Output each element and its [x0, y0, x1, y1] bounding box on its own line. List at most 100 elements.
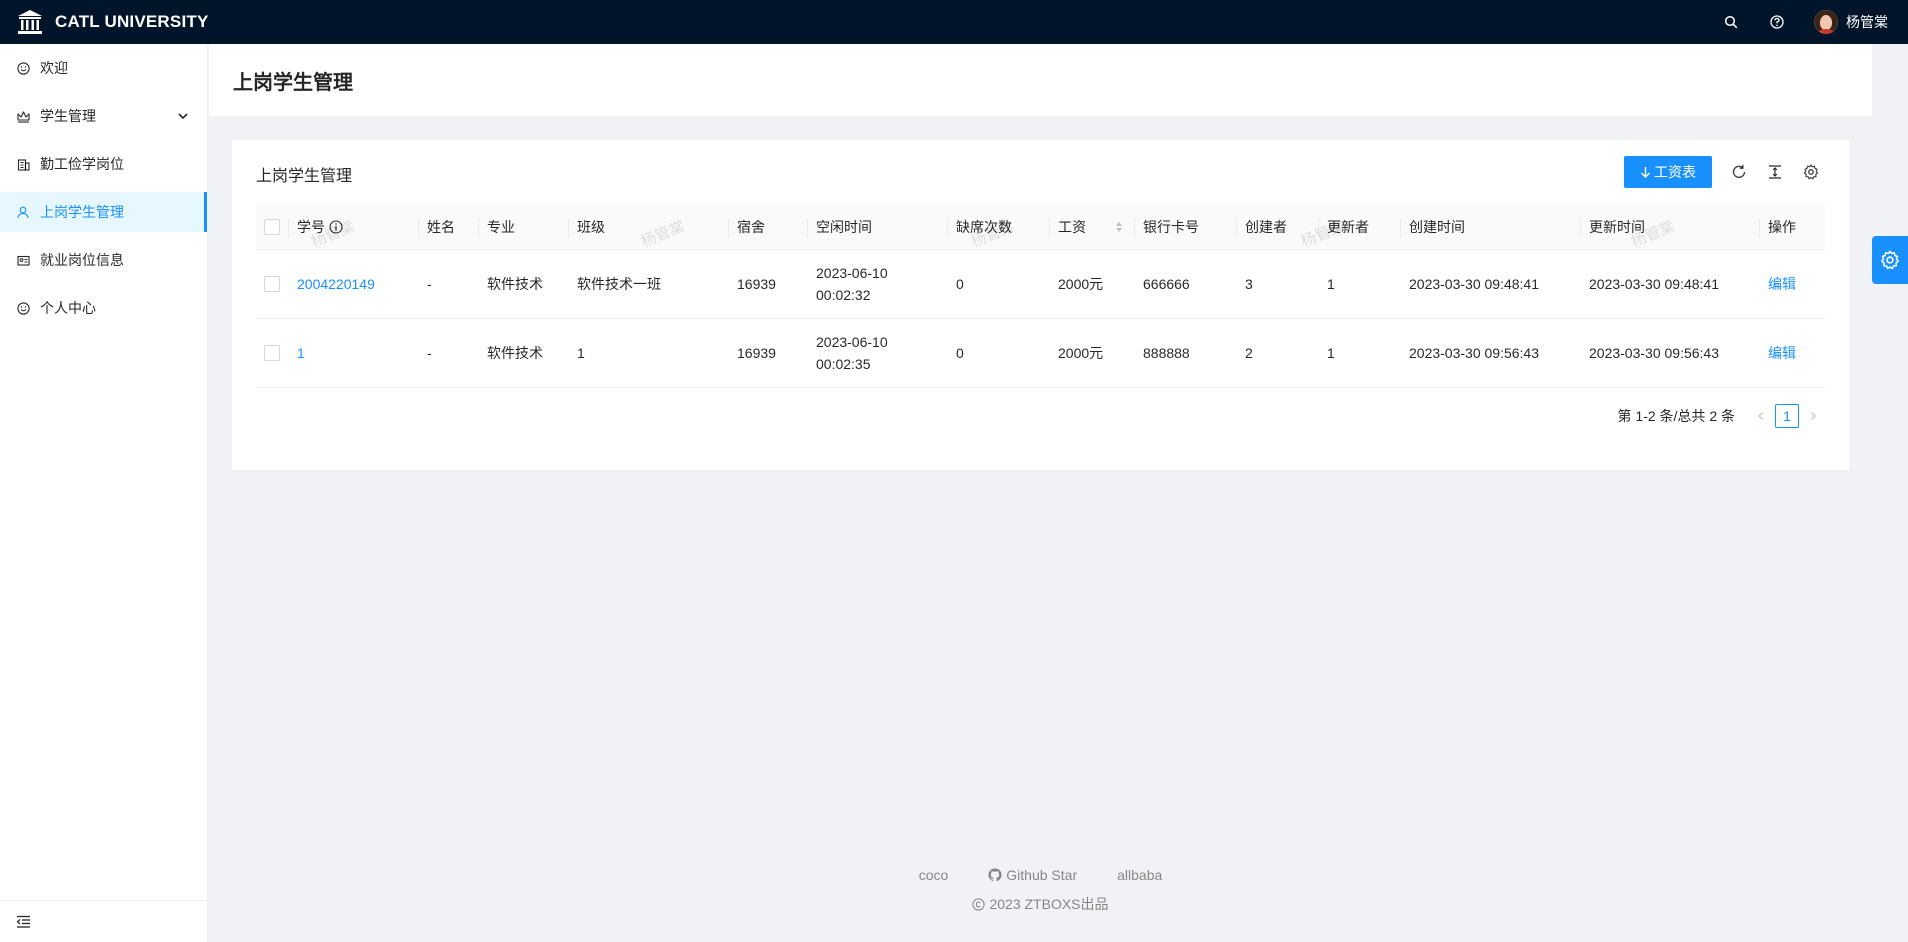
username: 杨管棠 — [1846, 14, 1888, 30]
row-checkbox[interactable] — [264, 276, 280, 292]
sidebar-item-label: 欢迎 — [40, 60, 68, 76]
student-id-link[interactable]: 1 — [297, 345, 305, 361]
cell-class: 软件技术一班 — [577, 276, 661, 292]
sort-icon[interactable] — [1115, 221, 1123, 233]
sidebar-item-label: 勤工俭学岗位 — [40, 156, 124, 172]
top-header: CATL UNIVERSITY 杨管棠 — [0, 0, 1908, 44]
table-header: 学号 姓名 专业 班级 宿舍 空闲时间 缺席次数 工资 银行卡号 创建者 更新者… — [256, 205, 1825, 251]
github-icon — [988, 868, 1002, 882]
cell-creator: 2 — [1245, 345, 1253, 361]
cell-updated-time: 2023-03-30 09:48:41 — [1589, 276, 1719, 292]
cell-absences: 0 — [956, 345, 964, 361]
column-header-name: 姓名 — [419, 205, 479, 249]
column-header-updated-time: 更新时间 — [1581, 205, 1760, 249]
column-header-idle-time: 空闲时间 — [808, 205, 948, 249]
export-salary-label: 工资表 — [1654, 164, 1696, 180]
logo[interactable]: CATL UNIVERSITY — [0, 0, 209, 44]
select-all-checkbox[interactable] — [264, 219, 280, 235]
column-header-student-id: 学号 — [289, 205, 419, 249]
table-row: 1 - 软件技术 1 16939 2023-06-10 00:02:35 0 20… — [256, 319, 1825, 388]
column-header-created-time: 创建时间 — [1401, 205, 1581, 249]
sidebar-item-student-management[interactable]: 学生管理 — [0, 96, 207, 136]
export-salary-button[interactable]: 工资表 — [1624, 156, 1712, 188]
avatar — [1814, 10, 1838, 34]
footer: coco Github Star allbaba 2023 ZTBOXS出品 — [209, 864, 1872, 914]
chevron-down-icon[interactable] — [177, 109, 189, 125]
setting-icon — [1881, 250, 1899, 270]
row-select-cell — [256, 250, 289, 318]
university-logo-icon — [18, 10, 42, 34]
sidebar-item-onduty-students[interactable]: 上岗学生管理 — [0, 192, 207, 232]
cell-creator: 3 — [1245, 276, 1253, 292]
column-header-bank-card: 银行卡号 — [1135, 205, 1237, 249]
row-checkbox[interactable] — [264, 345, 280, 361]
cell-bank-card: 666666 — [1143, 276, 1190, 292]
cell-updated-time: 2023-03-30 09:56:43 — [1589, 345, 1719, 361]
cell-created-time: 2023-03-30 09:56:43 — [1409, 345, 1539, 361]
column-height-icon[interactable] — [1764, 161, 1786, 183]
cell-salary: 2000元 — [1058, 276, 1104, 292]
student-id-link[interactable]: 2004220149 — [297, 276, 375, 292]
card-title: 上岗学生管理 — [256, 168, 353, 185]
column-header-salary[interactable]: 工资 — [1050, 205, 1135, 249]
page-title: 上岗学生管理 — [233, 71, 353, 94]
table-row: 2004220149 - 软件技术 软件技术一班 16939 2023-06-1… — [256, 250, 1825, 319]
sidebar-item-welcome[interactable]: 欢迎 — [0, 48, 207, 88]
prev-page-icon[interactable] — [1749, 404, 1773, 428]
copyright-text: 2023 ZTBOXS出品 — [989, 896, 1109, 912]
edit-link[interactable]: 编辑 — [1768, 274, 1796, 294]
cell-student-id: 1 — [289, 319, 419, 387]
cell-dorm: 16939 — [737, 276, 776, 292]
cell-updater: 1 — [1327, 276, 1335, 292]
cell-dorm: 16939 — [737, 345, 776, 361]
edit-link[interactable]: 编辑 — [1768, 343, 1796, 363]
table-card: 上岗学生管理 工资表 学号 姓名 专业 班级 宿舍 空闲时间 缺席次数 工资 银… — [232, 140, 1849, 470]
column-header-class: 班级 — [569, 205, 729, 249]
sidebar-item-work-study-posts[interactable]: 勤工俭学岗位 — [0, 144, 207, 184]
sidebar-item-label: 个人中心 — [40, 300, 96, 316]
copyright-icon — [972, 897, 986, 911]
sidebar: 欢迎 学生管理 勤工俭学岗位 上岗学生管理 就业岗位信息 个人中心 — [0, 44, 208, 942]
cell-created-time: 2023-03-30 09:48:41 — [1409, 276, 1539, 292]
info-icon[interactable] — [329, 220, 343, 234]
smile-icon — [16, 61, 30, 75]
cell-salary: 2000元 — [1058, 345, 1104, 361]
search-icon[interactable] — [1708, 0, 1754, 44]
footer-link-label: Github Star — [1006, 867, 1078, 883]
page-number[interactable]: 1 — [1775, 404, 1799, 428]
idle-clock: 00:02:32 — [816, 287, 871, 303]
collapse-menu-button[interactable] — [0, 900, 207, 942]
cell-major: 软件技术 — [487, 345, 543, 361]
help-icon[interactable] — [1754, 0, 1800, 44]
arrow-down-icon — [1641, 167, 1650, 178]
column-header-actions: 操作 — [1768, 219, 1796, 235]
sidebar-item-label: 就业岗位信息 — [40, 252, 124, 268]
sidebar-item-profile[interactable]: 个人中心 — [0, 288, 207, 328]
column-header-creator: 创建者 — [1237, 205, 1319, 249]
user-icon — [16, 205, 30, 219]
students-table: 学号 姓名 专业 班级 宿舍 空闲时间 缺席次数 工资 银行卡号 创建者 更新者… — [256, 205, 1825, 388]
setting-icon[interactable] — [1800, 161, 1822, 183]
menu-fold-icon — [16, 915, 30, 928]
next-page-icon[interactable] — [1801, 404, 1825, 428]
footer-link-allbaba[interactable]: allbaba — [1117, 867, 1162, 883]
cell-actions: 编辑 — [1760, 250, 1825, 318]
idle-clock: 00:02:35 — [816, 356, 871, 372]
building-icon — [16, 157, 30, 171]
footer-link-coco[interactable]: coco — [919, 867, 949, 883]
cell-updater: 1 — [1327, 345, 1335, 361]
settings-drawer-button[interactable] — [1872, 236, 1908, 284]
footer-link-github[interactable]: Github Star — [988, 867, 1077, 883]
cell-name: - — [427, 276, 432, 292]
reload-icon[interactable] — [1728, 161, 1750, 183]
cell-absences: 0 — [956, 276, 964, 292]
sidebar-item-label: 学生管理 — [40, 108, 96, 124]
column-header-dorm: 宿舍 — [729, 205, 808, 249]
sidebar-item-label: 上岗学生管理 — [40, 204, 124, 220]
idle-date: 2023-06-10 — [816, 334, 888, 350]
sidebar-item-job-info[interactable]: 就业岗位信息 — [0, 240, 207, 280]
copyright: 2023 ZTBOXS出品 — [209, 894, 1872, 914]
cell-student-id: 2004220149 — [289, 250, 419, 318]
crown-icon — [16, 109, 30, 123]
user-menu[interactable]: 杨管棠 — [1800, 10, 1892, 34]
